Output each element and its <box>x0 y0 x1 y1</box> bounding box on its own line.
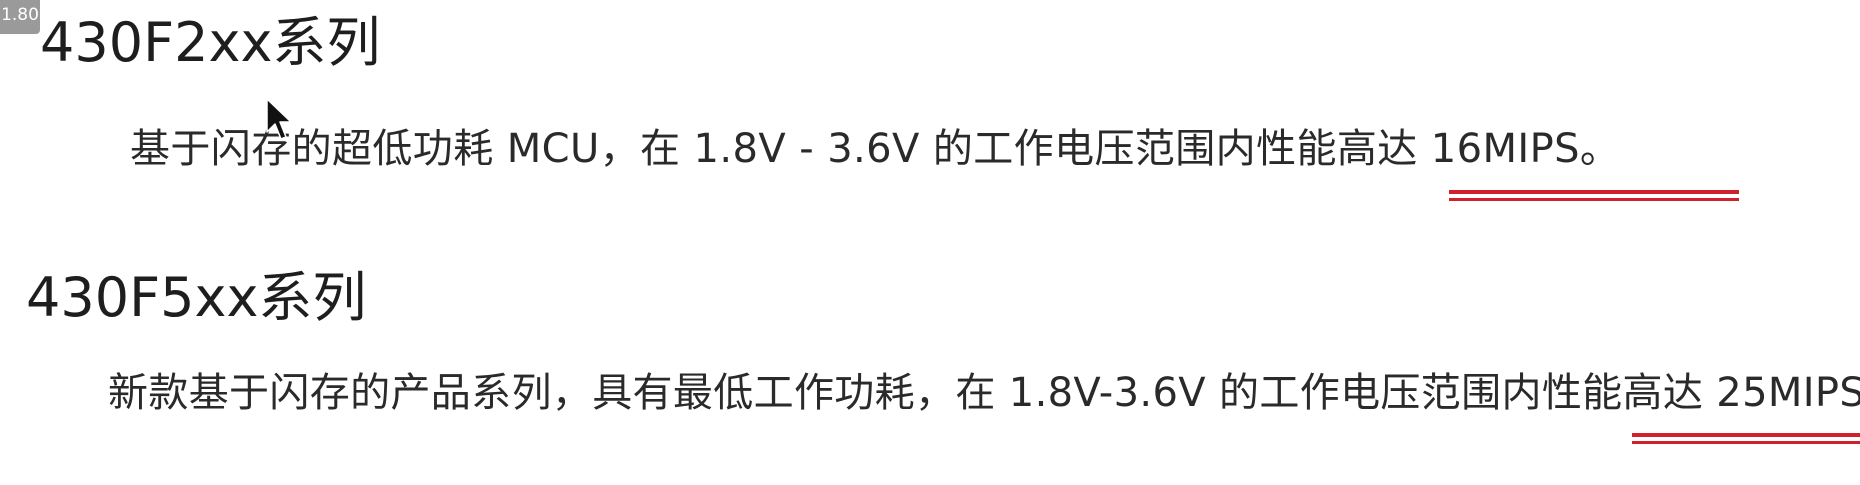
underline-stroke-bottom <box>1449 198 1739 201</box>
highlight-underline-25mips <box>1632 433 1860 445</box>
section-title-f5xx: 430F5xx系列 <box>26 266 367 329</box>
section-description-f2xx: 基于闪存的超低功耗 MCU，在 1.8V - 3.6V 的工作电压范围内性能高达… <box>130 126 1621 172</box>
section-description-f5xx: 新款基于闪存的产品系列，具有最低工作功耗，在 1.8V-3.6V 的工作电压范围… <box>108 370 1860 416</box>
underline-stroke-top <box>1449 190 1739 194</box>
zoom-badge: 1.80 <box>0 0 40 34</box>
highlight-underline-16mips <box>1449 190 1739 202</box>
underline-stroke-bottom <box>1632 441 1860 444</box>
section-title-f2xx: 430F2xx系列 <box>40 11 381 74</box>
mouse-pointer-icon <box>266 98 292 140</box>
underline-stroke-top <box>1632 433 1860 437</box>
